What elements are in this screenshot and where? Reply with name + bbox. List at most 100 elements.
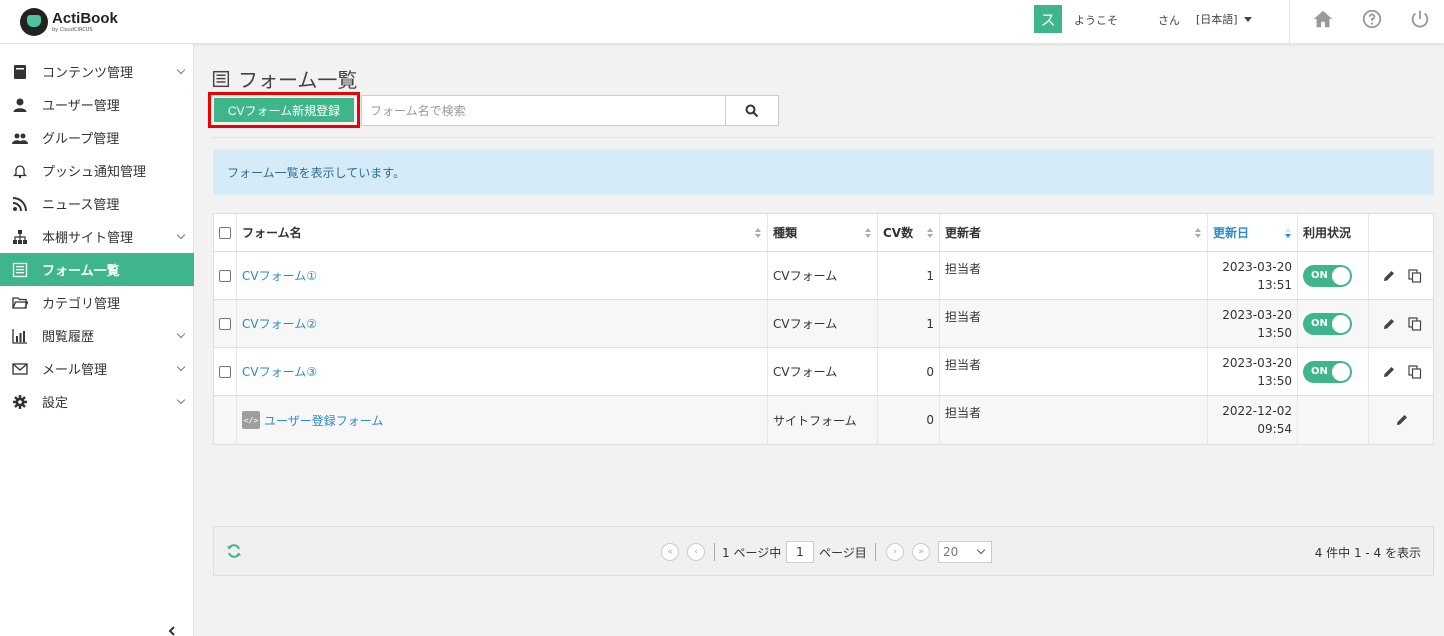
updated-time: 13:50 [1257,325,1292,340]
logo-mark-icon [20,8,48,36]
table-row: CVフォーム① CVフォーム 1 担当者 2023-03-20 13:51 ON [214,252,1433,300]
updated-at: 2023-03-20 13:51 [1208,252,1298,299]
chevron-down-icon [176,362,186,372]
updated-at: 2023-03-20 13:50 [1208,348,1298,395]
form-icon [212,70,230,87]
collapse-sidebar-icon[interactable] [166,626,178,636]
row-checkbox[interactable] [219,365,231,378]
info-message: フォーム一覧を表示しています。 [213,149,1434,195]
actions-cell [1369,348,1435,395]
cv-count: 1 [878,300,940,347]
sort-desc-icon [1285,228,1291,238]
select-all-checkbox[interactable] [219,226,231,239]
top-header: ActiBook by CloudCIRCUS ス ようこそ さん [日本語] [0,0,1444,44]
pagination-bar: « ‹ 1 ページ中 ページ目 › » 20 4 件中 1 - 4 を表示 [213,526,1434,576]
updated-date: 2022-12-02 [1222,404,1292,418]
sidebar-item-bookshelf[interactable]: 本棚サイト管理 [0,220,194,253]
status-toggle[interactable]: ON [1303,312,1352,335]
prev-page-button[interactable]: ‹ [687,543,705,561]
sidebar-item-label: メール管理 [42,363,108,378]
cv-count: 1 [878,252,940,299]
col-header-type[interactable]: 種類 [768,214,878,251]
edit-pencil-icon[interactable] [1382,317,1396,331]
copy-icon[interactable] [1408,364,1422,379]
form-name-cell: CVフォーム① [237,252,768,299]
chevron-down-icon [176,329,186,339]
language-dropdown[interactable]: [日本語] [1196,11,1252,27]
col-header-cv[interactable]: CV数 [878,214,940,251]
actions-cell [1369,252,1435,299]
select-all-cell [214,214,237,251]
sidebar-item-mail[interactable]: メール管理 [0,352,194,385]
form-search-input[interactable] [361,95,726,126]
col-label: CV数 [883,226,914,240]
code-icon: </> [242,411,260,429]
toggle-knob [1332,266,1350,285]
first-page-button[interactable]: « [661,543,679,561]
next-page-button[interactable]: › [886,543,904,561]
status-cell [1298,396,1369,444]
copy-icon[interactable] [1408,316,1422,331]
row-checkbox[interactable] [219,317,231,330]
copy-icon[interactable] [1408,268,1422,283]
home-icon[interactable] [1312,8,1334,30]
edit-pencil-icon[interactable] [1395,413,1409,427]
power-icon[interactable] [1409,8,1431,30]
form-name-link[interactable]: ユーザー登録フォーム [264,412,383,429]
updated-at: 2023-03-20 13:50 [1208,300,1298,347]
sidebar-item-forms[interactable]: フォーム一覧 [0,253,194,286]
updater: 担当者 [940,396,1208,444]
sidebar: コンテンツ管理 ユーザー管理 グループ管理 プッシュ通知管理 ニュース管理 本棚… [0,44,194,636]
col-header-updater[interactable]: 更新者 [940,214,1208,251]
search-button[interactable] [725,95,779,126]
form-name-cell: CVフォーム② [237,300,768,347]
help-icon[interactable] [1361,8,1383,30]
form-name-link[interactable]: CVフォーム① [242,267,317,284]
book-icon [14,64,26,79]
form-name-link[interactable]: CVフォーム② [242,315,317,332]
page-suffix: ページ目 [819,546,867,560]
user-avatar[interactable]: ス [1034,5,1062,33]
col-label: 更新者 [945,226,982,240]
sidebar-item-contents[interactable]: コンテンツ管理 [0,55,194,88]
status-cell: ON [1298,252,1369,299]
edit-pencil-icon[interactable] [1382,365,1396,379]
sidebar-item-history[interactable]: 閲覧履歴 [0,319,194,352]
refresh-icon[interactable] [226,543,242,559]
mail-icon [12,362,28,375]
folder-icon [12,296,28,309]
col-header-name[interactable]: フォーム名 [237,214,768,251]
sidebar-item-users[interactable]: ユーザー管理 [0,88,194,121]
updated-date: 2023-03-20 [1222,307,1292,322]
sidebar-item-news[interactable]: ニュース管理 [0,187,194,220]
table-row: CVフォーム② CVフォーム 1 担当者 2023-03-20 13:50 ON [214,300,1433,348]
form-name-cell: </> ユーザー登録フォーム [237,396,768,444]
form-name-link[interactable]: CVフォーム③ [242,363,317,380]
col-header-actions [1369,214,1435,251]
form-type: CVフォーム [768,348,878,395]
updated-time: 13:50 [1257,373,1292,388]
cv-count: 0 [878,396,940,444]
last-page-button[interactable]: » [912,543,930,561]
sidebar-item-settings[interactable]: 設定 [0,385,194,418]
sidebar-item-category[interactable]: カテゴリ管理 [0,286,194,319]
sidebar-item-groups[interactable]: グループ管理 [0,121,194,154]
chevron-down-icon [176,65,186,75]
actions-cell [1369,300,1435,347]
sidebar-item-label: 本棚サイト管理 [42,231,134,246]
new-cv-form-button[interactable]: CVフォーム新規登録 [214,98,354,122]
status-toggle[interactable]: ON [1303,360,1352,383]
edit-pencil-icon[interactable] [1382,269,1396,283]
sidebar-item-push[interactable]: プッシュ通知管理 [0,154,194,187]
forms-table: フォーム名 種類 CV数 更新者 更新日 利用状況 CVフォーム① CVフォーム… [213,213,1434,445]
status-toggle[interactable]: ON [1303,264,1352,287]
row-checkbox[interactable] [219,269,231,282]
page-number-input[interactable] [786,541,814,563]
page-title-text: フォーム一覧 [238,68,358,92]
sidebar-item-label: カテゴリ管理 [42,297,121,312]
actibook-logo[interactable]: ActiBook by CloudCIRCUS [20,5,118,39]
col-header-date[interactable]: 更新日 [1208,214,1298,251]
sidebar-item-label: コンテンツ管理 [42,66,134,81]
page-size-select[interactable]: 20 [938,541,992,563]
search-icon [745,104,759,117]
